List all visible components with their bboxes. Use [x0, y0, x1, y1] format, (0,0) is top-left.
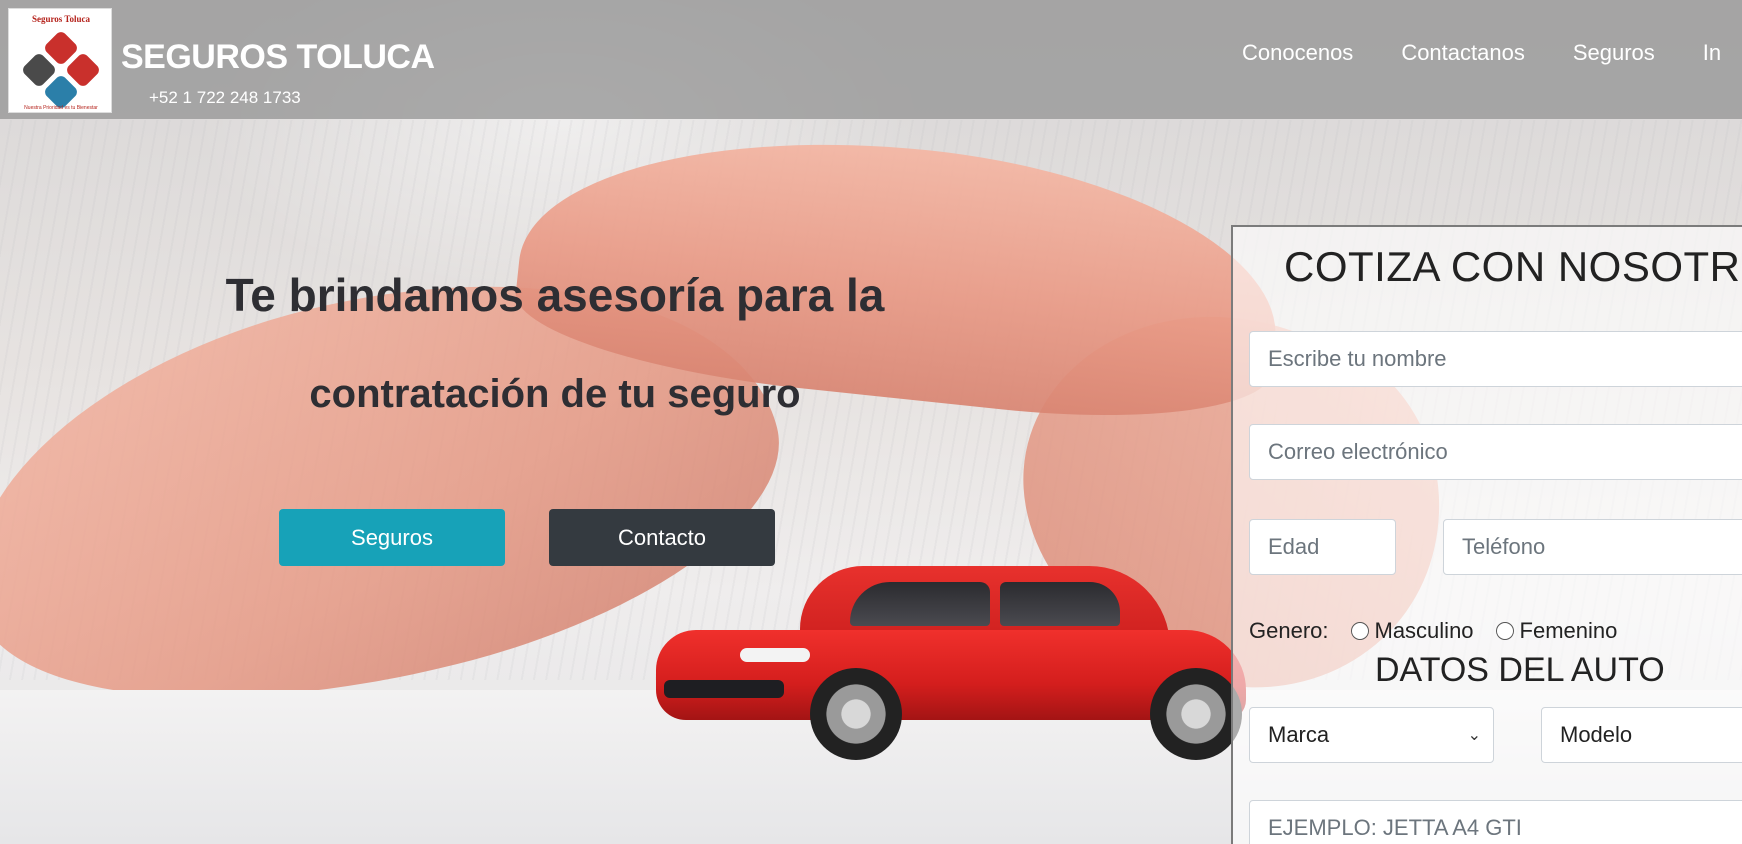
- age-input[interactable]: [1249, 519, 1396, 575]
- car-headlight: [740, 648, 810, 662]
- brand-select[interactable]: Marca ⌄: [1249, 707, 1494, 763]
- phone-number: +52 1 722 248 1733: [149, 88, 301, 107]
- nav-link-seguros[interactable]: Seguros: [1573, 40, 1655, 66]
- phone-input[interactable]: [1443, 519, 1742, 575]
- car-wheel-rear: [1150, 668, 1242, 760]
- seguros-button[interactable]: Seguros: [279, 509, 505, 566]
- navbar: Seguros Toluca Nuestra Prioridad es tu B…: [0, 0, 1742, 119]
- email-input[interactable]: [1249, 424, 1742, 480]
- gender-label: Genero:: [1249, 618, 1329, 643]
- logo-slogan: Nuestra Prioridad es tu Bienestar: [24, 105, 98, 111]
- nav-menu: Conocenos Contactanos Seguros In: [1242, 40, 1721, 66]
- gender-male-label[interactable]: Masculino: [1375, 618, 1474, 644]
- gender-row: Genero: Masculino Femenino: [1249, 618, 1617, 644]
- brand-select-value: Marca: [1268, 722, 1330, 747]
- nav-link-truncated[interactable]: In: [1703, 40, 1721, 66]
- name-input[interactable]: [1249, 331, 1742, 387]
- nav-link-conocenos[interactable]: Conocenos: [1242, 40, 1353, 66]
- brand-name[interactable]: SEGUROS TOLUCA: [121, 38, 435, 77]
- gender-male-radio[interactable]: [1350, 622, 1369, 640]
- car-window-front: [850, 582, 990, 626]
- nav-link-contactanos[interactable]: Contactanos: [1401, 40, 1525, 66]
- hero-heading-line1: Te brindamos asesoría para la: [225, 269, 885, 321]
- car-grill: [664, 680, 784, 698]
- logo[interactable]: Seguros Toluca Nuestra Prioridad es tu B…: [8, 8, 112, 113]
- car-wheel-front: [810, 668, 902, 760]
- contacto-button[interactable]: Contacto: [549, 509, 775, 566]
- model-select-value: Modelo: [1560, 722, 1633, 747]
- hero-heading-line2: contratación de tu seguro: [309, 372, 801, 416]
- logo-title: Seguros Toluca: [31, 14, 91, 24]
- form-title: COTIZA CON NOSOTROS: [1284, 243, 1742, 290]
- gender-female-label[interactable]: Femenino: [1520, 618, 1618, 644]
- gender-female-radio[interactable]: [1495, 622, 1514, 640]
- quote-form: COTIZA CON NOSOTROS Genero: Masculino Fe…: [1231, 225, 1742, 844]
- car-data-title: DATOS DEL AUTO: [1375, 651, 1665, 689]
- car-window-rear: [1000, 582, 1120, 626]
- model-select[interactable]: Modelo: [1541, 707, 1742, 763]
- chevron-down-icon: ⌄: [1467, 727, 1481, 744]
- version-input[interactable]: [1249, 800, 1742, 844]
- red-car-image: [650, 560, 1260, 760]
